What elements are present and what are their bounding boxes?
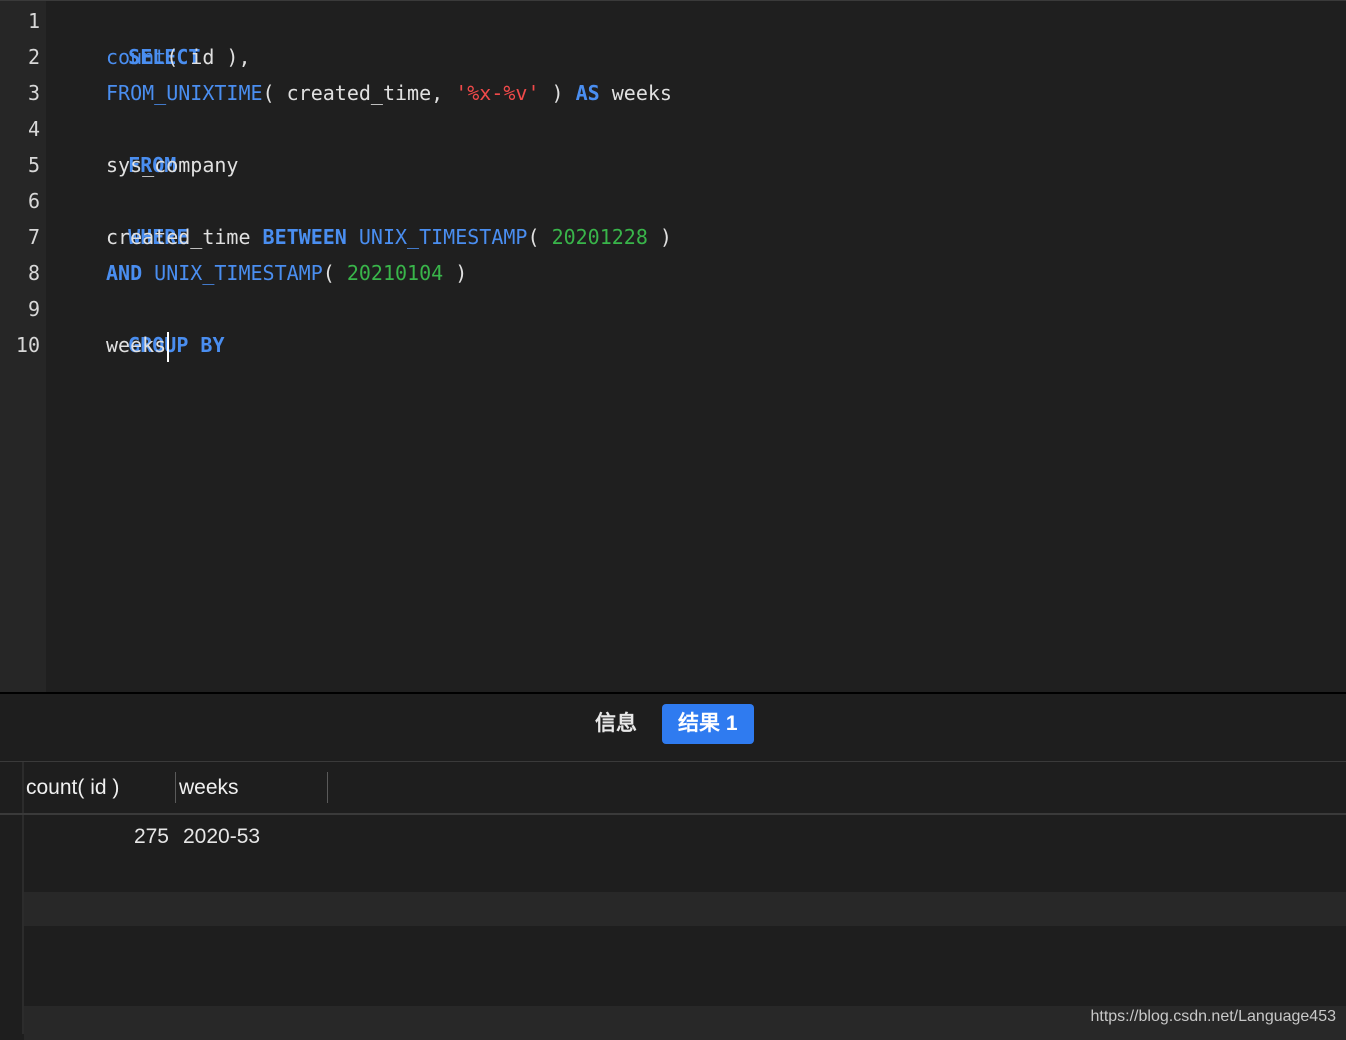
cell-weeks[interactable]: 2020-53 xyxy=(183,817,260,857)
grid-header: count( id ) weeks xyxy=(0,762,1346,815)
keyword-and: AND xyxy=(106,261,143,285)
line-number: 2 xyxy=(27,45,40,69)
text-caret xyxy=(167,331,170,362)
code-line-3[interactable]: FROM_UNIXTIME( created_time, '%x-%v' ) A… xyxy=(80,75,672,111)
column-resize-handle[interactable] xyxy=(327,772,328,803)
line-number: 5 xyxy=(27,153,40,177)
code-text: weeks xyxy=(599,81,672,105)
table-row xyxy=(24,892,1346,926)
tab-result-1[interactable]: 结果 1 xyxy=(662,704,754,744)
line-number: 9 xyxy=(27,297,40,321)
column-header-weeks[interactable]: weeks xyxy=(179,762,239,813)
code-text: ( id ), xyxy=(166,45,251,69)
line-number: 1 xyxy=(27,9,40,33)
table-name: sys_company xyxy=(106,153,239,177)
code-line-7[interactable]: created_time BETWEEN UNIX_TIMESTAMP( 202… xyxy=(80,219,672,255)
line-number: 6 xyxy=(27,189,40,213)
code-text: ( created_time, xyxy=(262,81,456,105)
code-text: ) xyxy=(647,225,672,249)
number-literal: 20201228 xyxy=(551,225,648,249)
result-tab-bar: 信息 结果 1 xyxy=(0,694,1346,762)
function-unix-timestamp: UNIX_TIMESTAMP xyxy=(358,225,528,249)
code-text: created_time xyxy=(106,225,263,249)
code-text: ) xyxy=(539,81,576,105)
function-count: count xyxy=(106,45,167,69)
result-grid[interactable]: count( id ) weeks 275 2020-53 xyxy=(0,762,1346,1040)
function-from-unixtime: FROM_UNIXTIME xyxy=(106,81,263,105)
column-resize-handle[interactable] xyxy=(175,772,176,803)
line-number: 7 xyxy=(27,225,40,249)
code-line-8[interactable]: AND UNIX_TIMESTAMP( 20210104 ) xyxy=(80,255,467,291)
tab-info[interactable]: 信息 xyxy=(579,704,653,744)
code-text: weeks xyxy=(106,333,167,357)
line-number-gutter: 1 2 3 4 5 6 7 8 9 10 xyxy=(0,1,46,693)
cell-count[interactable]: 275 xyxy=(26,817,169,857)
line-number: 8 xyxy=(27,261,40,285)
watermark: https://blog.csdn.net/Language453 xyxy=(1090,1008,1336,1025)
number-literal: 20210104 xyxy=(346,261,444,285)
code-text: ( xyxy=(527,225,552,249)
line-number: 4 xyxy=(27,117,40,141)
line-number: 3 xyxy=(27,81,40,105)
line-number: 10 xyxy=(15,333,40,357)
function-unix-timestamp: UNIX_TIMESTAMP xyxy=(154,261,323,285)
code-text: ( xyxy=(322,261,347,285)
sql-editor[interactable]: 1 2 3 4 5 6 7 8 9 10 SELECT count( id ),… xyxy=(0,0,1346,693)
code-text: ) xyxy=(443,261,468,285)
keyword-between: BETWEEN xyxy=(262,225,347,249)
code-line-10[interactable]: weeks xyxy=(80,327,170,363)
code-line-5[interactable]: sys_company xyxy=(80,147,238,183)
column-header-count[interactable]: count( id ) xyxy=(26,762,119,813)
string-literal: '%x-%v' xyxy=(455,81,540,105)
code-line-2[interactable]: count( id ), xyxy=(80,39,251,75)
keyword-as: AS xyxy=(575,81,600,105)
